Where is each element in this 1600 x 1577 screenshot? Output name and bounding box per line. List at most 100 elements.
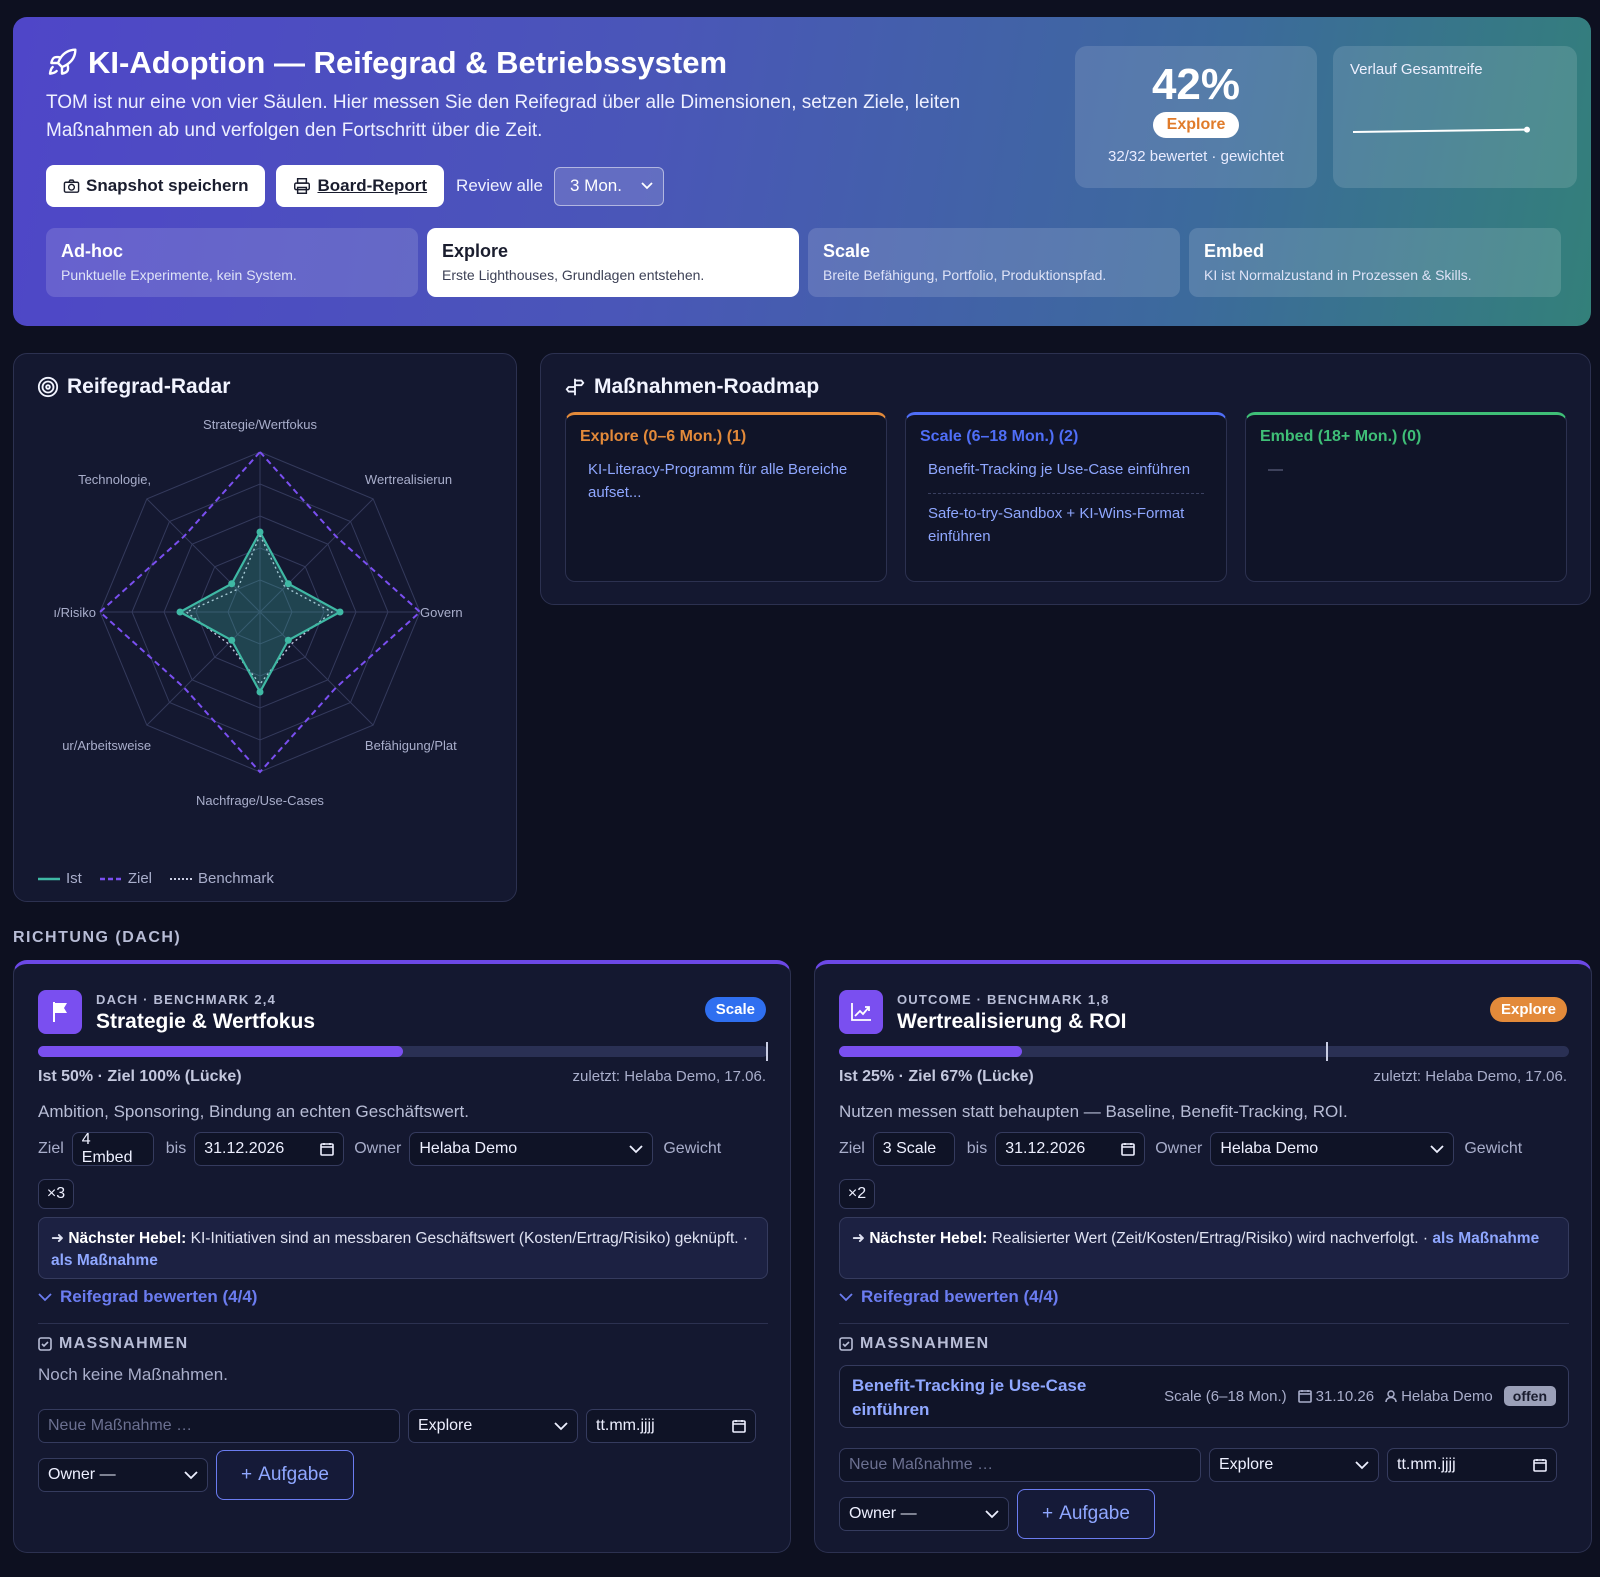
progress-fill (38, 1046, 403, 1057)
arrow-circle-icon: ➜ (51, 1230, 64, 1247)
chevron-down-icon (839, 1292, 853, 1301)
radar-legend: Ist Ziel Benchmark (38, 870, 274, 887)
arrow-circle-icon: ➜ (852, 1230, 865, 1247)
chevron-down-icon (1430, 1144, 1444, 1153)
new-measure-stage-select[interactable]: Explore (408, 1409, 578, 1443)
ziel-select[interactable]: 4 Embed (71, 1131, 154, 1166)
calendar-icon (1533, 1459, 1547, 1472)
dimension-card-strategie: DACH · BENCHMARK 2,4 Strategie & Wertfok… (13, 960, 791, 1553)
kpi-value: 42% (1151, 60, 1241, 109)
page-title: KI-Adoption — Reifegrad & Betriebssystem (46, 45, 727, 81)
radar-axis-label: Govern (420, 605, 463, 620)
new-measure-date-input[interactable]: tt.mm.jjjj (586, 1409, 756, 1443)
divider (839, 1323, 1569, 1324)
card-description: Nutzen messen statt behaupten — Baseline… (839, 1102, 1348, 1121)
radar-axis-label: ı/Risiko (53, 605, 96, 620)
calendar-icon (1121, 1143, 1136, 1156)
new-measure-input[interactable]: Neue Maßnahme … (839, 1448, 1201, 1482)
chevron-down-icon (184, 1470, 198, 1479)
next-lever-box: ➜ Nächster Hebel: KI-Initiativen sind an… (38, 1217, 768, 1279)
owner-select[interactable]: Helaba Demo (409, 1132, 654, 1166)
card-kicker: DACH · BENCHMARK 2,4 (96, 992, 277, 1007)
radar-axis-label: Strategie/Wertfokus (203, 417, 317, 432)
chevron-down-icon (629, 1144, 643, 1153)
chevron-down-icon (554, 1421, 568, 1430)
status-badge[interactable]: offen (1503, 1386, 1556, 1406)
measures-heading: MASSNAHMEN (839, 1335, 989, 1353)
new-measure-owner-select[interactable]: Owner — (38, 1458, 208, 1492)
weight-input[interactable]: ×2 (839, 1179, 875, 1209)
legend-ziel: Ziel (99, 870, 153, 887)
roadmap-item: — (1268, 461, 1283, 478)
radar-ist-point (256, 688, 264, 696)
ziel-label: Ziel (38, 1140, 64, 1157)
as-measure-link[interactable]: als Maßnahme (51, 1252, 158, 1269)
target-date-input[interactable]: 31.12.2026 (194, 1132, 345, 1166)
new-measure-stage-select[interactable]: Explore (1209, 1448, 1379, 1482)
stage-name: Embed (1204, 241, 1265, 261)
signpost-icon (565, 378, 585, 396)
stage-desc: Punktuelle Experimente, kein System. (61, 267, 297, 283)
ziel-select[interactable]: 3 Scale (872, 1132, 955, 1166)
chevron-down-icon (38, 1292, 52, 1301)
stage-name: Explore (442, 241, 509, 261)
rate-maturity-toggle[interactable]: Reifegrad bewerten (4/4) (839, 1287, 1058, 1307)
card-kicker: OUTCOME · BENCHMARK 1,8 (897, 992, 1110, 1007)
stage-badge: Explore (1489, 997, 1567, 1022)
add-task-button[interactable]: + Aufgabe (1017, 1489, 1155, 1539)
roadmap-item[interactable]: KI-Literacy-Programm für alle Bereiche a… (588, 458, 864, 504)
weight-input[interactable]: ×3 (38, 1179, 74, 1209)
gewicht-label: Gewicht (663, 1140, 722, 1157)
stage-card-ad-hoc[interactable]: Ad-hoc Punktuelle Experimente, kein Syste… (46, 228, 418, 297)
snapshot-button[interactable]: Snapshot speichern (46, 165, 266, 207)
section-label: RICHTUNG (DACH) (13, 929, 182, 946)
new-measure-date-input[interactable]: tt.mm.jjjj (1387, 1448, 1557, 1482)
chevron-down-icon (985, 1509, 999, 1518)
page-title-text: KI-Adoption — Reifegrad & Betriebssystem (88, 45, 728, 80)
radar-axis-label: Technologie, (78, 472, 151, 487)
add-task-button[interactable]: + Aufgabe (216, 1450, 354, 1500)
stage-card-scale[interactable]: Scale Breite Befähigung, Portfolio, Produ… (808, 228, 1180, 297)
measure-title[interactable]: Benefit-Tracking je Use-Case einführen (852, 1374, 1122, 1422)
stage-desc: KI ist Normalzustand in Prozessen & Skil… (1204, 267, 1472, 283)
overall-maturity-kpi: 42% Explore 32/32 bewertet · gewichtet (1075, 46, 1317, 188)
bis-label: bis (966, 1140, 988, 1157)
roadmap-item[interactable]: Safe-to-try-Sandbox + KI-Wins-Format ein… (928, 493, 1204, 548)
legend-benchmark: Benchmark (170, 870, 274, 887)
board-report-button[interactable]: Board-Report (276, 165, 445, 207)
rate-maturity-toggle[interactable]: Reifegrad bewerten (4/4) (38, 1287, 257, 1307)
target-date-input[interactable]: 31.12.2026 (995, 1132, 1146, 1166)
progress-fill (839, 1046, 1022, 1057)
calendar-icon (320, 1143, 335, 1156)
new-measure-owner-select[interactable]: Owner — (839, 1497, 1009, 1531)
review-label: Review alle (456, 176, 543, 195)
owner-label: Owner (354, 1140, 402, 1157)
maturity-stats: Ist 50% · Ziel 100% (Lücke) (38, 1068, 242, 1085)
roadmap-column: Embed (18+ Mon.) (0) — (1245, 412, 1567, 582)
printer-icon (294, 178, 311, 194)
stage-badge: Scale (704, 997, 766, 1022)
radar-axis-label: Wertrealisierun (365, 472, 452, 487)
roadmap-column-head: Scale (6–18 Mon.) (2) (920, 428, 1079, 445)
review-interval-select[interactable]: 3 Mon. (553, 166, 664, 206)
stage-card-explore[interactable]: Explore Erste Lighthouses, Grundlagen ent… (427, 228, 799, 297)
roadmap-column: Explore (0–6 Mon.) (1) KI-Literacy-Progra… (565, 412, 887, 582)
stage-card-embed[interactable]: Embed KI ist Normalzustand in Prozessen &… (1189, 228, 1561, 297)
radar-ist-point (228, 636, 236, 644)
as-measure-link[interactable]: als Maßnahme (1432, 1230, 1539, 1247)
maturity-stats: Ist 25% · Ziel 67% (Lücke) (839, 1068, 1034, 1085)
lever-text: KI-Initiativen sind an messbaren Geschäf… (190, 1230, 749, 1247)
last-updated: zuletzt: Helaba Demo, 17.06. (1373, 1068, 1567, 1085)
owner-select[interactable]: Helaba Demo (1210, 1132, 1455, 1166)
radar-title-text: Reifegrad-Radar (67, 375, 231, 398)
new-measure-input[interactable]: Neue Maßnahme … (38, 1409, 400, 1443)
roadmap-item[interactable]: Benefit-Tracking je Use-Case einführen (928, 458, 1204, 481)
measure-stage: Scale (6–18 Mon.) (1164, 1387, 1287, 1405)
chevron-down-icon (641, 182, 653, 190)
plus-icon: + (1042, 1503, 1054, 1524)
card-title: Wertrealisierung & ROI (897, 1010, 1127, 1033)
empty-measures-note: Noch keine Maßnahmen. (38, 1365, 228, 1384)
bis-label: bis (165, 1140, 187, 1157)
measure-item[interactable]: Benefit-Tracking je Use-Case einführen S… (839, 1365, 1569, 1428)
radar-ist-point (176, 608, 184, 616)
